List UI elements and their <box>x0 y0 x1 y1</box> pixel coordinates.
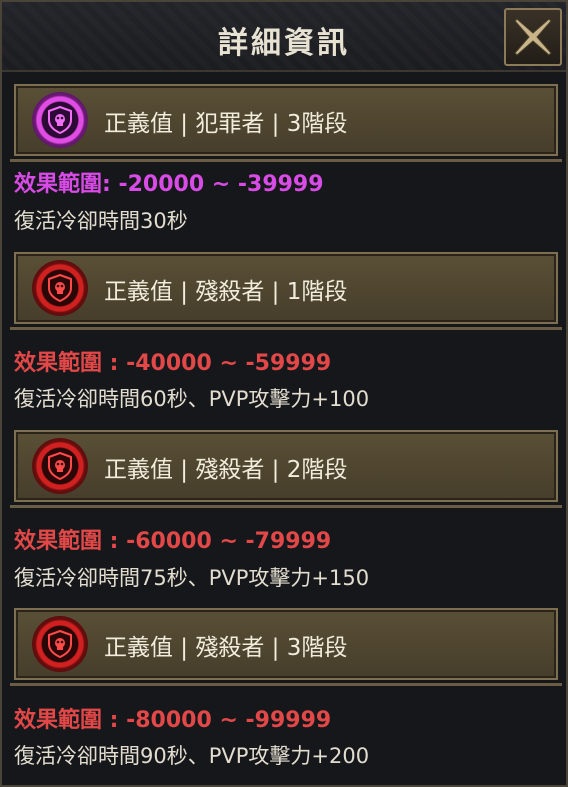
effect-description: 復活冷卻時間60秒、PVP攻擊力+100 <box>14 387 370 411</box>
detail-info-dialog: 詳細資訊 正義值 | 犯罪者 | 3階段 效果範圍: -20000 ~ -399… <box>0 0 568 787</box>
effect-description: 復活冷卻時間90秒、PVP攻擊力+200 <box>14 744 370 768</box>
skull-shield-icon <box>32 616 88 672</box>
tier-header-4: 正義值 | 殘殺者 | 3階段 <box>10 608 562 686</box>
tier-header-label: 正義值 | 殘殺者 | 1階段 <box>104 279 348 305</box>
skull-shield-icon <box>32 92 88 148</box>
tier-header-2: 正義值 | 殘殺者 | 1階段 <box>10 252 562 330</box>
skull-shield-icon <box>32 438 88 494</box>
close-icon <box>514 18 552 56</box>
effect-range-text: 效果範圍 : -40000 ~ -59999 <box>14 351 332 376</box>
dialog-titlebar: 詳細資訊 <box>2 2 566 72</box>
tier-header-label: 正義值 | 殘殺者 | 2階段 <box>104 457 348 483</box>
effect-range-text: 效果範圍 : -80000 ~ -99999 <box>14 708 332 733</box>
effect-description: 復活冷卻時間75秒、PVP攻擊力+150 <box>14 566 370 590</box>
close-button[interactable] <box>504 8 562 66</box>
tier-header-label: 正義值 | 殘殺者 | 3階段 <box>104 635 348 661</box>
effect-range-text: 效果範圍 : -60000 ~ -79999 <box>14 529 332 554</box>
tier-header-1: 正義值 | 犯罪者 | 3階段 <box>10 84 562 162</box>
skull-shield-icon <box>32 260 88 316</box>
effect-description: 復活冷卻時間30秒 <box>14 209 188 233</box>
effect-range-text: 效果範圍: -20000 ~ -39999 <box>14 172 324 197</box>
tier-header-label: 正義值 | 犯罪者 | 3階段 <box>104 111 348 137</box>
tier-header-3: 正義值 | 殘殺者 | 2階段 <box>10 430 562 508</box>
dialog-title: 詳細資訊 <box>218 26 350 61</box>
